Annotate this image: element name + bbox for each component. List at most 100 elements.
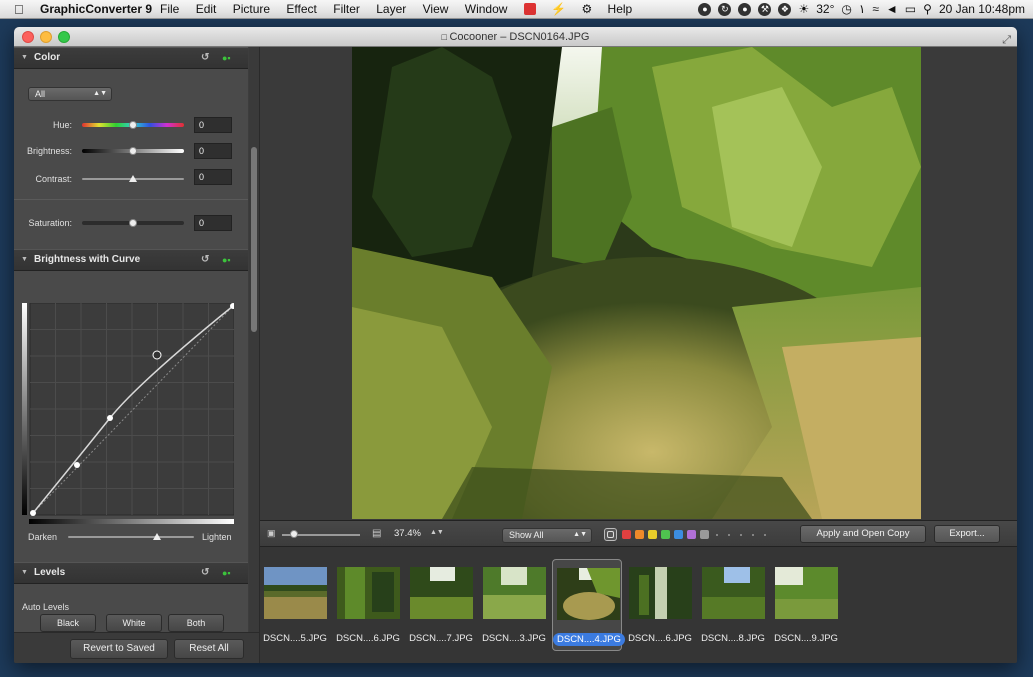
- zoom-out-small-icon[interactable]: ▣: [267, 528, 276, 539]
- curve-point-selected: [152, 350, 162, 360]
- gear-icon[interactable]: ⚙: [581, 2, 592, 16]
- thumbnail-label: DSCN....8.JPG: [701, 633, 765, 644]
- menu-window[interactable]: Window: [465, 2, 508, 16]
- thumbnail-label: DSCN....3.JPG: [482, 633, 546, 644]
- menu-effect[interactable]: Effect: [286, 2, 316, 16]
- reset-icon[interactable]: ↺: [201, 563, 209, 583]
- zoom-level[interactable]: 37.4%: [394, 528, 421, 539]
- color-section-header[interactable]: ▼ Color ↺ ●▪: [14, 47, 248, 69]
- thumbnail[interactable]: DSCN....9.JPG: [771, 559, 841, 651]
- disclosure-triangle-icon[interactable]: ▼: [21, 563, 28, 583]
- label-yellow-swatch[interactable]: [648, 530, 657, 539]
- close-window-button[interactable]: [22, 31, 34, 43]
- label-red-swatch[interactable]: [622, 530, 631, 539]
- reset-icon[interactable]: ↺: [201, 48, 209, 68]
- no-label-filter[interactable]: [604, 528, 617, 541]
- thumbnail[interactable]: DSCN....8.JPG: [698, 559, 768, 651]
- disclosure-triangle-icon[interactable]: ▼: [21, 48, 28, 68]
- volume-icon[interactable]: ◄: [886, 2, 898, 16]
- adjustments-scrollbar[interactable]: [249, 47, 259, 632]
- reset-icon[interactable]: ↺: [201, 250, 209, 270]
- curve-section-header[interactable]: ▼ Brightness with Curve ↺ ●▪: [14, 249, 248, 271]
- rating-dot[interactable]: [716, 534, 718, 536]
- zoom-in-large-icon[interactable]: ▤: [372, 528, 381, 539]
- curve-amount-knob[interactable]: [153, 533, 161, 540]
- dropbox-icon[interactable]: ●: [698, 2, 712, 16]
- contrast-value-field[interactable]: 0: [194, 169, 232, 185]
- levels-section-header[interactable]: ▼ Levels ↺ ●▪: [14, 562, 248, 584]
- temperature-text[interactable]: 32°: [816, 2, 834, 16]
- brightness-slider-knob[interactable]: [129, 147, 137, 155]
- thumbnail[interactable]: DSCN....5.JPG: [260, 559, 330, 651]
- zoom-slider-knob[interactable]: [290, 530, 298, 538]
- export-button[interactable]: Export...: [934, 525, 1000, 543]
- apply-and-open-copy-button[interactable]: Apply and Open Copy: [800, 525, 926, 543]
- zoom-updown-icon[interactable]: ▲▼: [430, 529, 444, 536]
- time-machine-icon[interactable]: ◷: [841, 2, 851, 16]
- rating-dot[interactable]: [764, 534, 766, 536]
- revert-to-saved-button[interactable]: Revert to Saved: [70, 639, 168, 659]
- main-photo[interactable]: [352, 47, 921, 519]
- menu-help[interactable]: Help: [608, 2, 633, 16]
- adjustments-panel: ▼ Color ↺ ●▪ All ▲▼ Hue: 0 Brightness: 0…: [14, 47, 248, 632]
- rating-dot[interactable]: [740, 534, 742, 536]
- thumbnail-selected[interactable]: DSCN....4.JPG: [552, 559, 625, 651]
- thumbnail-label: DSCN....6.JPG: [336, 633, 400, 644]
- disclosure-triangle-icon[interactable]: ▼: [21, 250, 28, 270]
- thumbnail[interactable]: DSCN....7.JPG: [406, 559, 476, 651]
- bluetooth-icon[interactable]: ١: [859, 2, 865, 16]
- menu-edit[interactable]: Edit: [196, 2, 217, 16]
- label-orange-swatch[interactable]: [635, 530, 644, 539]
- reset-all-button[interactable]: Reset All: [174, 639, 244, 659]
- menu-filter[interactable]: Filter: [333, 2, 360, 16]
- rating-dot[interactable]: [728, 534, 730, 536]
- menu-view[interactable]: View: [423, 2, 449, 16]
- sync-icon[interactable]: ↻: [718, 2, 732, 16]
- battery-icon[interactable]: ▭: [905, 2, 916, 16]
- spotlight-search-icon[interactable]: ⚲: [923, 2, 932, 16]
- zoom-window-button[interactable]: [58, 31, 70, 43]
- image-viewer[interactable]: [260, 47, 1017, 520]
- contrast-slider-knob[interactable]: [129, 175, 137, 182]
- menu-layer[interactable]: Layer: [376, 2, 406, 16]
- label-purple-swatch[interactable]: [687, 530, 696, 539]
- saturation-value-field[interactable]: 0: [194, 215, 232, 231]
- curve-editor[interactable]: [22, 303, 234, 527]
- filter-select[interactable]: Show All ▲▼: [502, 528, 592, 543]
- enable-toggle-icon[interactable]: ●▪: [222, 563, 231, 583]
- record-icon[interactable]: ●: [738, 2, 752, 16]
- menu-picture[interactable]: Picture: [233, 2, 270, 16]
- brightness-value-field[interactable]: 0: [194, 143, 232, 159]
- hue-slider-knob[interactable]: [129, 121, 137, 129]
- tools-icon[interactable]: ⚒: [758, 2, 772, 16]
- hue-value-field[interactable]: 0: [194, 117, 232, 133]
- minimize-window-button[interactable]: [40, 31, 52, 43]
- levels-white-button[interactable]: White: [106, 614, 162, 632]
- label-green-swatch[interactable]: [661, 530, 670, 539]
- weather-sun-icon[interactable]: ☀: [798, 2, 809, 16]
- curve-amount-slider[interactable]: [68, 536, 194, 538]
- menu-file[interactable]: File: [160, 2, 179, 16]
- label-gray-swatch[interactable]: [700, 530, 709, 539]
- rating-dot[interactable]: [752, 534, 754, 536]
- thumbnail[interactable]: DSCN....6.JPG: [333, 559, 403, 651]
- scrollbar-thumb[interactable]: [251, 147, 257, 332]
- darken-label: Darken: [28, 532, 58, 542]
- levels-both-button[interactable]: Both: [168, 614, 224, 632]
- enable-toggle-icon[interactable]: ●▪: [222, 48, 231, 68]
- apple-menu-icon[interactable]: : [14, 2, 24, 17]
- channel-select[interactable]: All ▲▼: [28, 87, 112, 101]
- wifi-icon[interactable]: ≈: [872, 2, 879, 16]
- saturation-slider-knob[interactable]: [129, 219, 137, 227]
- thumbnail[interactable]: DSCN....6.JPG: [625, 559, 695, 651]
- window-titlebar[interactable]: □ Cocooner – DSCN0164.JPG ⤢: [14, 27, 1017, 47]
- app-menu[interactable]: GraphicConverter 9: [40, 2, 152, 16]
- status-red-icon[interactable]: [523, 3, 536, 15]
- thumbnail[interactable]: DSCN....3.JPG: [479, 559, 549, 651]
- bolt-icon[interactable]: ⚡: [551, 2, 566, 16]
- label-blue-swatch[interactable]: [674, 530, 683, 539]
- compass-icon[interactable]: ❖: [778, 2, 792, 16]
- enable-toggle-icon[interactable]: ●▪: [222, 250, 231, 270]
- date-time[interactable]: 20 Jan 10:48pm: [939, 2, 1025, 16]
- levels-black-button[interactable]: Black: [40, 614, 96, 632]
